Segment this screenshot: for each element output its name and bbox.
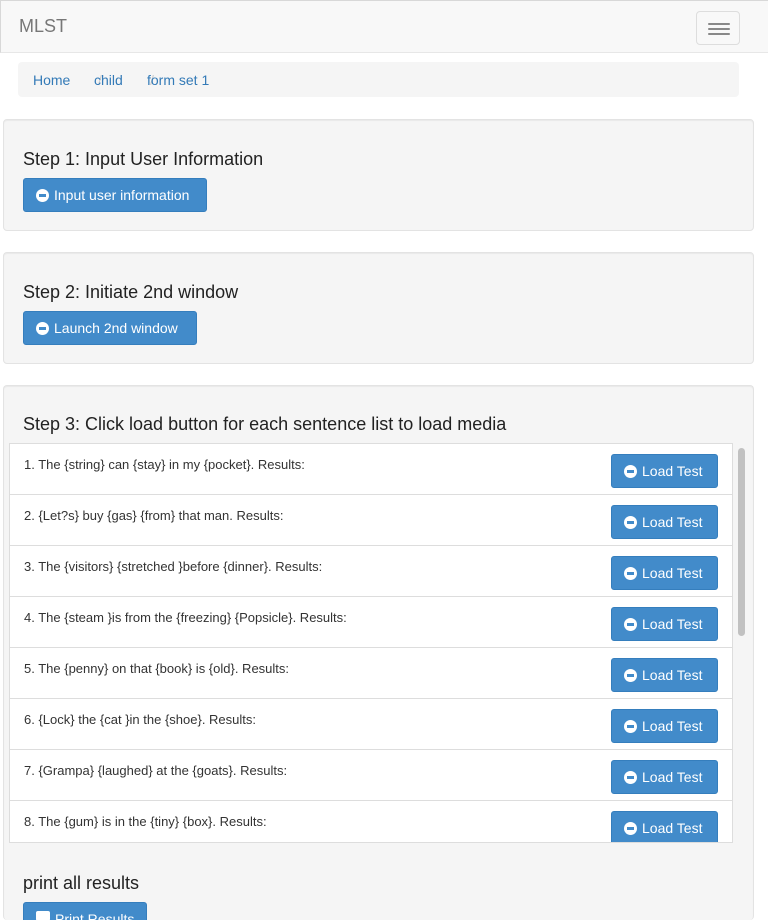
list-item: 6. {Lock} the {cat }in the {shoe}. Resul… xyxy=(10,699,732,750)
minus-circle-icon xyxy=(624,617,637,631)
list-item: 7. {Grampa} {laughed} at the {goats}. Re… xyxy=(10,750,732,801)
load-test-button[interactable]: Load Test xyxy=(611,658,718,692)
step2-panel: Step 2: Initiate 2nd window Launch 2nd w… xyxy=(3,252,754,364)
load-test-label: Load Test xyxy=(642,769,703,785)
navbar: MLST xyxy=(0,0,768,53)
minus-circle-icon xyxy=(624,515,637,529)
list-item: 8. The {gum} is in the {tiny} {box}. Res… xyxy=(10,801,732,842)
list-item: 1. The {string} can {stay} in my {pocket… xyxy=(10,444,732,495)
list-item: 4. The {steam }is from the {freezing} {P… xyxy=(10,597,732,648)
load-test-button[interactable]: Load Test xyxy=(611,709,718,743)
sentence-text: 1. The {string} can {stay} in my {pocket… xyxy=(24,457,305,472)
sentence-list[interactable]: 1. The {string} can {stay} in my {pocket… xyxy=(9,443,733,843)
load-test-button[interactable]: Load Test xyxy=(611,607,718,641)
hamburger-bar xyxy=(708,33,730,35)
minus-circle-icon xyxy=(36,188,49,202)
load-test-button[interactable]: Load Test xyxy=(611,505,718,539)
breadcrumb: Home / child / form set 1 xyxy=(18,62,739,97)
load-test-label: Load Test xyxy=(642,820,703,836)
breadcrumb-item-home[interactable]: Home xyxy=(33,72,70,88)
list-scrollbar-thumb[interactable] xyxy=(738,448,745,636)
load-test-label: Load Test xyxy=(642,667,703,683)
sentence-text: 4. The {steam }is from the {freezing} {P… xyxy=(24,610,347,625)
step1-panel: Step 1: Input User Information Input use… xyxy=(3,119,754,231)
load-test-label: Load Test xyxy=(642,565,703,581)
load-test-button[interactable]: Load Test xyxy=(611,811,718,842)
step1-title: Step 1: Input User Information xyxy=(23,149,264,169)
minus-circle-icon xyxy=(624,566,637,580)
minus-circle-icon xyxy=(624,719,637,733)
sentence-text: 6. {Lock} the {cat }in the {shoe}. Resul… xyxy=(24,712,257,727)
print-icon xyxy=(36,911,50,920)
load-test-button[interactable]: Load Test xyxy=(611,454,718,488)
list-item: 3. The {visitors} {stretched }before {di… xyxy=(10,546,732,597)
step2-title: Step 2: Initiate 2nd window xyxy=(23,282,239,302)
minus-circle-icon xyxy=(36,321,49,335)
minus-circle-icon xyxy=(624,464,637,478)
input-user-info-label: Input user information xyxy=(54,187,190,203)
print-title: print all results xyxy=(23,873,140,893)
step3-title: Step 3: Click load button for each sente… xyxy=(23,414,507,434)
minus-circle-icon xyxy=(624,821,637,835)
print-results-button[interactable]: Print Results xyxy=(23,902,147,920)
navbar-brand[interactable]: MLST xyxy=(19,16,67,37)
list-item: 2. {Let?s} buy {gas} {from} that man. Re… xyxy=(10,495,732,546)
hamburger-icon[interactable] xyxy=(696,11,740,45)
sentence-text: 2. {Let?s} buy {gas} {from} that man. Re… xyxy=(24,508,284,523)
load-test-button[interactable]: Load Test xyxy=(611,760,718,794)
load-test-label: Load Test xyxy=(642,718,703,734)
list-item: 5. The {penny} on that {book} is {old}. … xyxy=(10,648,732,699)
minus-circle-icon xyxy=(624,668,637,682)
load-test-label: Load Test xyxy=(642,616,703,632)
sentence-text: 3. The {visitors} {stretched }before {di… xyxy=(24,559,323,574)
launch-2nd-window-label: Launch 2nd window xyxy=(54,320,178,336)
launch-2nd-window-button[interactable]: Launch 2nd window xyxy=(23,311,197,345)
sentence-text: 5. The {penny} on that {book} is {old}. … xyxy=(24,661,290,676)
breadcrumb-item-form-set: form set 1 xyxy=(147,72,210,88)
hamburger-bar xyxy=(708,23,730,25)
minus-circle-icon xyxy=(624,770,637,784)
load-test-label: Load Test xyxy=(642,463,703,479)
load-test-button[interactable]: Load Test xyxy=(611,556,718,590)
print-results-label: Print Results xyxy=(55,911,135,920)
sentence-text: 8. The {gum} is in the {tiny} {box}. Res… xyxy=(24,814,267,829)
load-test-label: Load Test xyxy=(642,514,703,530)
sentence-text: 7. {Grampa} {laughed} at the {goats}. Re… xyxy=(24,763,288,778)
hamburger-bar xyxy=(708,28,730,30)
breadcrumb-item-child[interactable]: child xyxy=(94,72,123,88)
input-user-info-button[interactable]: Input user information xyxy=(23,178,207,212)
